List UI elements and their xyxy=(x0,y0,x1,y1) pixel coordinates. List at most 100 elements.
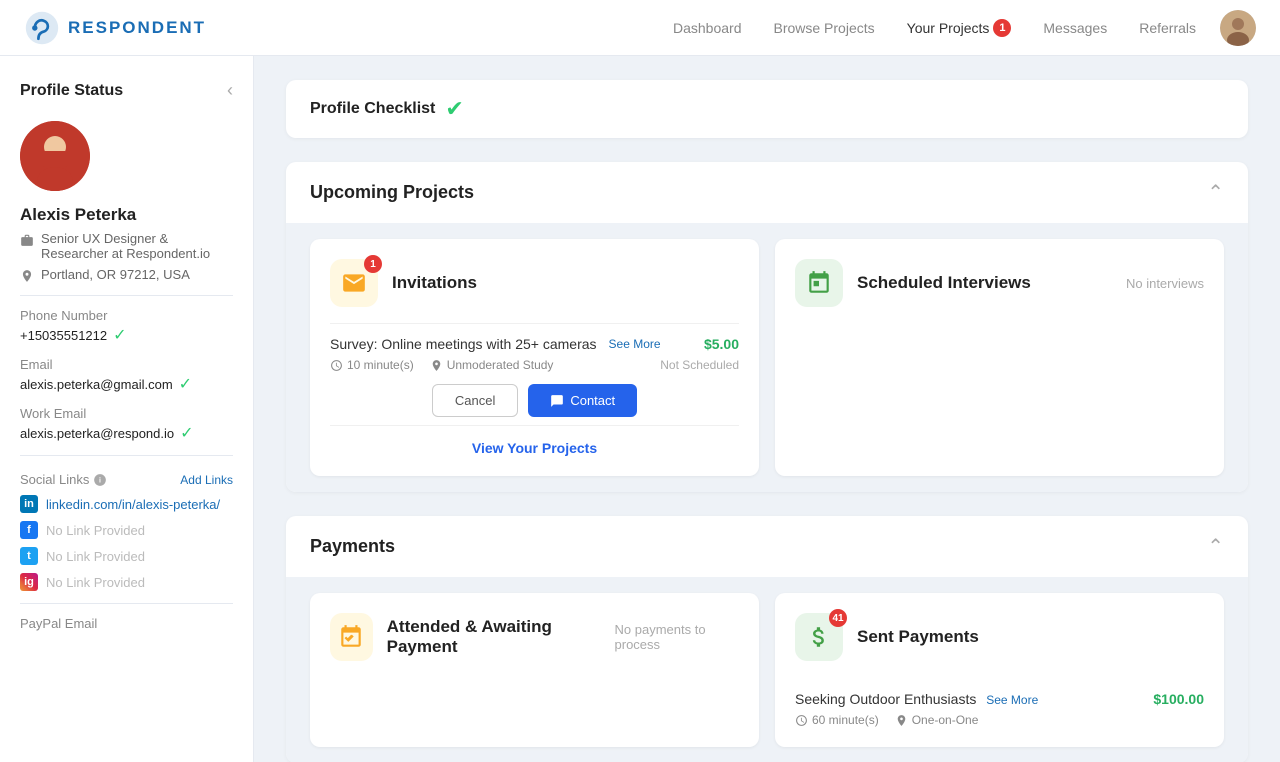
logo-icon xyxy=(24,10,60,46)
see-more-link[interactable]: See More xyxy=(609,337,661,351)
your-projects-badge: 1 xyxy=(993,19,1011,37)
nav-browse[interactable]: Browse Projects xyxy=(773,20,874,36)
sidebar: Profile Status ‹ Alexis Peterka Senior U… xyxy=(0,56,254,762)
briefcase-icon xyxy=(20,233,34,247)
invitation-title-row: Survey: Online meetings with 25+ cameras… xyxy=(330,336,739,352)
logo-text: RESPONDENT xyxy=(68,18,206,38)
awaiting-header: Attended & Awaiting Payment No payments … xyxy=(330,613,739,661)
sent-see-more[interactable]: See More xyxy=(986,693,1038,707)
profile-checklist-bar: Profile Checklist ✔ xyxy=(286,80,1248,138)
sent-payment-title-row: Seeking Outdoor Enthusiasts See More $10… xyxy=(795,691,1204,707)
location-small-icon xyxy=(430,359,443,372)
payments-title: Payments xyxy=(310,536,395,557)
awaiting-label: Attended & Awaiting Payment xyxy=(387,617,601,657)
sent-icon-wrap: 41 xyxy=(795,613,843,661)
social-twitter[interactable]: t No Link Provided xyxy=(20,547,233,565)
invitation-price: $5.00 xyxy=(704,336,739,352)
upcoming-header[interactable]: Upcoming Projects ⌃ xyxy=(286,162,1248,223)
contact-button[interactable]: Contact xyxy=(528,384,637,417)
invitation-type: Unmoderated Study xyxy=(430,358,554,372)
avatar[interactable] xyxy=(1220,10,1256,46)
scheduled-sub: No interviews xyxy=(1126,276,1204,291)
sent-payments-badge: 41 xyxy=(829,609,847,627)
linkedin-icon: in xyxy=(20,495,38,513)
calendar-check-icon xyxy=(338,624,364,650)
social-linkedin[interactable]: in linkedin.com/in/alexis-peterka/ xyxy=(20,495,233,513)
invitations-badge: 1 xyxy=(364,255,382,273)
upcoming-projects-section: Upcoming Projects ⌃ 1 Invitations xyxy=(286,162,1248,492)
payments-section: Payments ⌃ Attended & Awaiting Payment N… xyxy=(286,516,1248,762)
calendar-icon xyxy=(806,270,832,296)
sent-price: $100.00 xyxy=(1153,691,1204,707)
invitation-item: Survey: Online meetings with 25+ cameras… xyxy=(330,323,739,417)
envelope-icon xyxy=(341,270,367,296)
email-check: ✓ xyxy=(179,374,192,394)
navbar: RESPONDENT Dashboard Browse Projects You… xyxy=(0,0,1280,56)
invitation-meta: 10 minute(s) Unmoderated Study Not Sched… xyxy=(330,358,739,372)
money-icon xyxy=(806,624,832,650)
location-sent-icon xyxy=(895,714,908,727)
email-label: Email xyxy=(20,357,233,372)
checklist-title: Profile Checklist xyxy=(310,100,435,118)
clock-small-icon xyxy=(795,714,808,727)
payments-header[interactable]: Payments ⌃ xyxy=(286,516,1248,577)
social-header: Social Links i Add Links xyxy=(20,472,233,487)
add-links-button[interactable]: Add Links xyxy=(180,473,233,487)
nav-dashboard[interactable]: Dashboard xyxy=(673,20,742,36)
view-projects-link[interactable]: View Your Projects xyxy=(330,425,739,456)
sent-header: 41 Sent Payments xyxy=(795,613,1204,661)
sent-payments-card: 41 Sent Payments Seeking Outdoor Enthusi… xyxy=(775,593,1224,747)
invitations-card: 1 Invitations Survey: Online meetings wi… xyxy=(310,239,759,476)
sent-type: One-on-One xyxy=(895,713,979,727)
work-email-check: ✓ xyxy=(180,423,193,443)
logo[interactable]: RESPONDENT xyxy=(24,10,206,46)
location-icon xyxy=(20,269,34,283)
social-title: Social Links i xyxy=(20,472,107,487)
nav-your-projects[interactable]: Your Projects 1 xyxy=(907,19,1012,37)
scheduled-label: Scheduled Interviews xyxy=(857,273,1031,293)
twitter-icon: t xyxy=(20,547,38,565)
cancel-button[interactable]: Cancel xyxy=(432,384,518,417)
profile-name: Alexis Peterka xyxy=(20,205,233,225)
chat-icon xyxy=(550,394,564,408)
instagram-icon: ig xyxy=(20,573,38,591)
scheduled-card: Scheduled Interviews No interviews xyxy=(775,239,1224,476)
profile-avatar-img xyxy=(20,121,90,191)
invitation-actions: Cancel Contact xyxy=(330,384,739,417)
phone-value: +15035551212 ✓ xyxy=(20,325,233,345)
paypal-label: PayPal Email xyxy=(20,616,233,631)
payments-chevron: ⌃ xyxy=(1207,534,1224,559)
avatar-wrap xyxy=(20,121,233,191)
divider-2 xyxy=(20,455,233,456)
nav-messages[interactable]: Messages xyxy=(1043,20,1107,36)
upcoming-chevron: ⌃ xyxy=(1207,180,1224,205)
sent-payment-item: Seeking Outdoor Enthusiasts See More $10… xyxy=(795,677,1204,727)
payments-body: Attended & Awaiting Payment No payments … xyxy=(286,577,1248,762)
social-instagram[interactable]: ig No Link Provided xyxy=(20,573,233,591)
awaiting-payment-card: Attended & Awaiting Payment No payments … xyxy=(310,593,759,747)
invitation-title-text: Survey: Online meetings with 25+ cameras… xyxy=(330,336,661,352)
nav-referrals[interactable]: Referrals xyxy=(1139,20,1196,36)
svg-text:i: i xyxy=(99,477,101,484)
info-icon: i xyxy=(93,473,107,487)
social-facebook[interactable]: f No Link Provided xyxy=(20,521,233,539)
scheduled-icon-wrap xyxy=(795,259,843,307)
sent-payment-meta: 60 minute(s) One-on-One xyxy=(795,713,1204,727)
invitations-label: Invitations xyxy=(392,273,477,293)
awaiting-sub: No payments to process xyxy=(615,622,739,652)
profile-job: Senior UX Designer & Researcher at Respo… xyxy=(20,231,233,261)
invitations-icon-wrap: 1 xyxy=(330,259,378,307)
sidebar-toggle[interactable]: ‹ xyxy=(227,80,233,101)
invitation-duration: 10 minute(s) xyxy=(330,358,414,372)
avatar-image xyxy=(1220,10,1256,46)
checklist-check-icon: ✔ xyxy=(445,96,463,122)
profile-avatar xyxy=(20,121,90,191)
upcoming-title: Upcoming Projects xyxy=(310,182,474,203)
nav-links: Dashboard Browse Projects Your Projects … xyxy=(673,19,1196,37)
profile-location: Portland, OR 97212, USA xyxy=(20,267,233,283)
phone-check: ✓ xyxy=(113,325,126,345)
facebook-icon: f xyxy=(20,521,38,539)
work-email-label: Work Email xyxy=(20,406,233,421)
invitation-status: Not Scheduled xyxy=(660,358,739,372)
upcoming-body: 1 Invitations Survey: Online meetings wi… xyxy=(286,223,1248,492)
